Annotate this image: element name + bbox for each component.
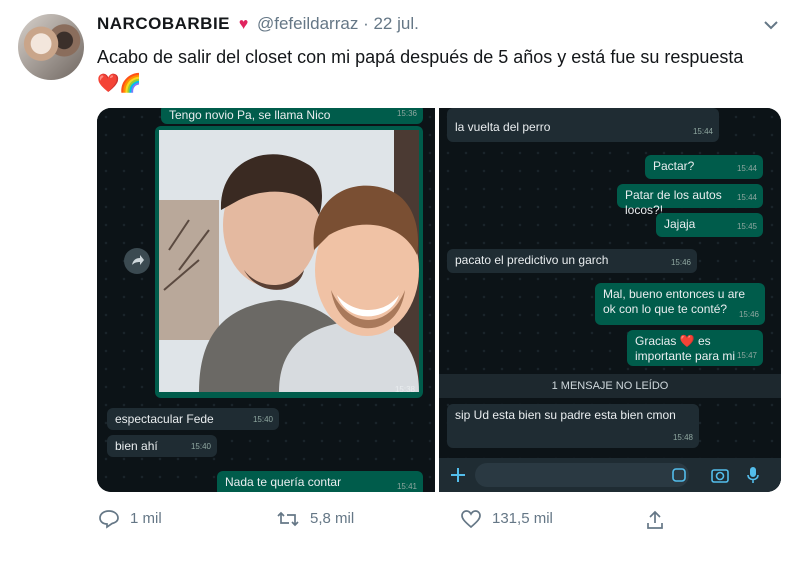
heart-icon xyxy=(461,510,481,529)
message-text: la vuelta del perro xyxy=(455,120,551,134)
sticker-icon[interactable] xyxy=(671,467,687,483)
share-button[interactable] xyxy=(644,509,676,531)
chat-bubble-incoming: la vuelta del perro 15:44 xyxy=(447,108,719,142)
camera-icon[interactable] xyxy=(710,466,730,484)
tweet-body: Acabo de salir del closet con mi papá de… xyxy=(97,47,744,67)
chat-screenshot-right: la vuelta del perro 15:44 Pactar? 15:44 … xyxy=(439,108,781,492)
message-text: sip Ud esta bien su padre esta bien cmon xyxy=(455,408,676,422)
like-button[interactable]: 131,5 mil xyxy=(460,509,553,529)
message-time: 15:44 xyxy=(736,193,757,202)
chat-bubble-outgoing: Mal, bueno entonces u are ok con lo que … xyxy=(595,283,765,325)
message-time: 15:41 xyxy=(396,482,417,491)
chat-bubble-outgoing: Jajaja 15:45 xyxy=(656,213,763,237)
message-time: 15:46 xyxy=(738,310,759,319)
message-text: Mal, bueno entonces u are ok con lo que … xyxy=(603,287,746,316)
chevron-down-icon[interactable] xyxy=(760,14,782,36)
message-time: 15:44 xyxy=(736,164,757,173)
message-text: Pactar? xyxy=(653,159,695,173)
message-time: 15:38 xyxy=(394,385,415,394)
message-time: 15:48 xyxy=(672,433,693,442)
tweet-emojis: ❤️🌈 xyxy=(97,73,142,93)
chat-bubble-outgoing: Gracias ❤️ es importante para mi 15:47 xyxy=(627,330,763,366)
retweet-button[interactable]: 5,8 mil xyxy=(276,509,354,529)
user-handle[interactable]: @fefeildarraz xyxy=(257,14,358,33)
reply-count: 1 mil xyxy=(130,509,162,527)
chat-photo-message[interactable]: 15:38 xyxy=(155,126,423,398)
message-text: Tengo novio Pa, se llama Nico xyxy=(169,108,331,122)
microphone-icon[interactable] xyxy=(745,465,761,485)
chat-bubble-outgoing: Pactar? 15:44 xyxy=(645,155,763,179)
message-text: bien ahí xyxy=(115,439,158,453)
heart-emoji-icon: ♥ xyxy=(238,16,249,33)
message-input-bar[interactable] xyxy=(439,458,781,492)
display-name[interactable]: NARCOBARBIE xyxy=(97,14,230,33)
message-input[interactable] xyxy=(475,463,689,487)
chat-bubble-incoming: espectacular Fede 15:40 xyxy=(107,408,279,430)
tweet-date[interactable]: 22 jul. xyxy=(373,14,418,33)
chat-bubble-outgoing: Nada te quería contar 15:41 xyxy=(217,471,423,492)
message-time: 15:44 xyxy=(692,127,713,136)
share-icon xyxy=(647,510,663,529)
like-count: 131,5 mil xyxy=(492,509,553,527)
unread-banner: 1 MENSAJE NO LEÍDO xyxy=(439,374,781,398)
message-text: espectacular Fede xyxy=(115,412,214,426)
header-separator: · xyxy=(363,14,369,33)
chat-bubble-outgoing: Tengo novio Pa, se llama Nico 15:36 xyxy=(161,108,423,124)
message-time: 15:40 xyxy=(252,415,273,424)
chat-bubble-incoming: sip Ud esta bien su padre esta bien cmon… xyxy=(447,404,699,448)
message-time: 15:36 xyxy=(396,109,417,118)
avatar[interactable] xyxy=(18,14,84,80)
tweet-header: NARCOBARBIE ♥ @fefeildarraz · 22 jul. xyxy=(97,14,419,34)
retweet-icon xyxy=(277,511,299,527)
forward-icon[interactable] xyxy=(124,248,150,274)
message-time: 15:40 xyxy=(190,442,211,451)
reply-icon xyxy=(99,510,119,529)
chat-bubble-incoming: bien ahí 15:40 xyxy=(107,435,217,457)
chat-bubble-incoming: pacato el predictivo un garch 15:46 xyxy=(447,249,697,273)
retweet-count: 5,8 mil xyxy=(310,509,355,527)
message-time: 15:47 xyxy=(736,351,757,360)
chat-bubble-outgoing: Patar de los autos locos?! 15:44 xyxy=(617,184,763,217)
reply-button[interactable]: 1 mil xyxy=(98,509,162,529)
tweet-text: Acabo de salir del closet con mi papá de… xyxy=(97,44,757,96)
tweet-media[interactable]: Tengo novio Pa, se llama Nico 15:36 15:3… xyxy=(97,108,781,492)
message-text: Nada te quería contar xyxy=(225,475,342,489)
message-text: pacato el predictivo un garch xyxy=(455,253,609,267)
message-text: Jajaja xyxy=(664,217,696,231)
message-text: Gracias ❤️ es importante para mi xyxy=(635,334,736,363)
message-time: 15:45 xyxy=(736,222,757,231)
couple-photo xyxy=(159,130,419,392)
plus-icon[interactable] xyxy=(449,466,467,484)
message-time: 15:46 xyxy=(670,258,691,267)
chat-screenshot-left: Tengo novio Pa, se llama Nico 15:36 15:3… xyxy=(97,108,435,492)
